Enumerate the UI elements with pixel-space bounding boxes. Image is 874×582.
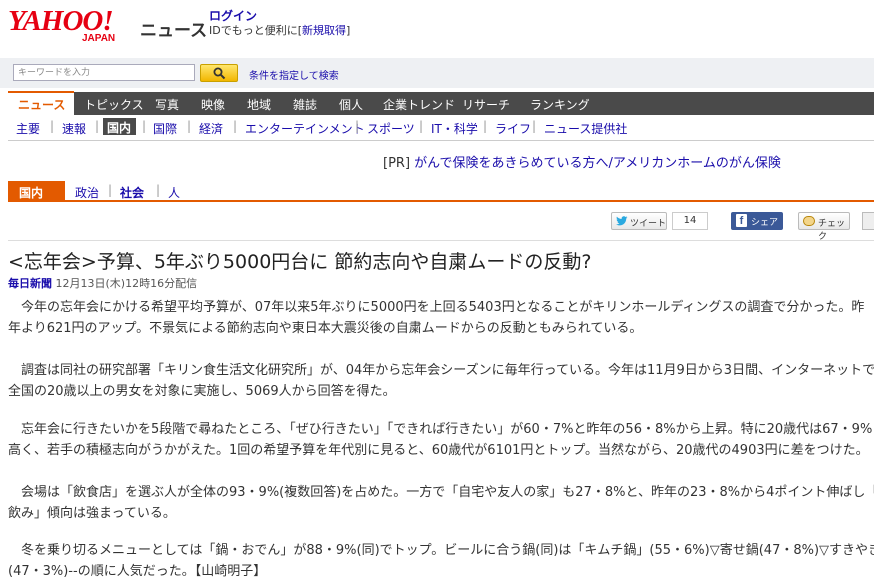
category-underline	[8, 200, 874, 202]
tweet-count: 14	[672, 212, 708, 230]
subnav-item-sports[interactable]: スポーツ	[367, 120, 415, 137]
subnav-item-entertainment[interactable]: エンターテインメント	[245, 120, 365, 137]
article-line: 冬を乗り切るメニューとしては「鍋・おでん」が88・9%(同)でトップ。ビールに合…	[21, 543, 874, 558]
facebook-share-button[interactable]: f シェア	[731, 212, 783, 230]
category-tab-people[interactable]: 人	[168, 184, 180, 201]
article-source-link[interactable]: 毎日新聞	[8, 277, 52, 290]
subnav-item-economy[interactable]: 経済	[199, 120, 223, 137]
nav-item-region[interactable]: 地域	[247, 96, 271, 113]
login-description: IDでもっと便利に[新規取得]	[209, 22, 350, 38]
article-date: 12月13日(木)12時16分配信	[55, 277, 198, 290]
nav-item-individual[interactable]: 個人	[339, 96, 363, 113]
subnav-item-life[interactable]: ライフ	[495, 120, 531, 137]
twitter-bird-icon	[616, 216, 628, 226]
subnav-separator: |	[95, 119, 100, 133]
subnav-item-domestic[interactable]: 国内	[103, 118, 136, 135]
service-name[interactable]: ニュース	[140, 16, 207, 41]
article-line: 会場は「飲食店」を選ぶ人が全体の93・9%(複数回答)を占めた。一方で「自宅や友…	[21, 485, 874, 500]
category-tab-label: 国内	[19, 186, 44, 200]
article-paragraph: 冬を乗り切るメニューとしては「鍋・おでん」が88・9%(同)でトップ。ビールに合…	[8, 540, 874, 582]
more-share-button[interactable]	[862, 212, 874, 230]
category-tab-society[interactable]: 社会	[120, 184, 144, 201]
article-line: 調査は同社の研究部署「キリン食生活文化研究所」が、04年から忘年会シーズンに毎年…	[21, 363, 874, 378]
yahoo-japan-logo[interactable]: YAHOO! JAPAN	[8, 6, 136, 46]
subnav-separator: |	[532, 119, 537, 133]
nav-item-topics[interactable]: トピックス	[84, 96, 144, 113]
nav-item-label: ニュース	[18, 98, 66, 112]
search-button[interactable]	[200, 64, 238, 82]
logo-sub: JAPAN	[82, 33, 116, 44]
nav-item-research[interactable]: リサーチ	[462, 96, 510, 113]
subnav-item-it-science[interactable]: IT・科学	[431, 120, 478, 137]
nav-item-videos[interactable]: 映像	[201, 96, 225, 113]
tweet-label: ツイート	[630, 219, 667, 229]
logo-text: YAHOO!	[8, 5, 114, 37]
category-tab-politics[interactable]: 政治	[75, 184, 99, 201]
article-paragraph: 忘年会に行きたいかを5段階で尋ねたところ、「ぜひ行きたい」「できれば行きたい」が…	[8, 419, 874, 461]
subnav-active-label: 国内	[107, 121, 132, 135]
subnav-separator: |	[355, 119, 360, 133]
subnav-item-breaking[interactable]: 速報	[62, 120, 86, 137]
article-line: 今年の忘年会にかける希望平均予算が、07年以来5年ぶりに5000円を上回る540…	[21, 300, 865, 315]
facebook-icon: f	[736, 214, 747, 227]
nav-item-photos[interactable]: 写真	[155, 96, 179, 113]
article-line: 忘年会に行きたいかを5段階で尋ねたところ、「ぜひ行きたい」「できれば行きたい」が…	[21, 422, 874, 437]
subnav-item-main[interactable]: 主要	[16, 120, 40, 137]
nav-item-magazines[interactable]: 雑誌	[293, 96, 317, 113]
article-line: 高く、若手の積極志向がうかがえた。1回の希望予算を年代別に見ると、60歳代が61…	[8, 443, 869, 458]
category-separator: |	[156, 183, 161, 197]
subnav-separator: |	[483, 119, 488, 133]
login-desc-suffix: ]	[346, 24, 351, 37]
subnav-separator: |	[419, 119, 424, 133]
nav-item-ranking[interactable]: ランキング	[530, 96, 590, 113]
tweet-button[interactable]: ツイート	[611, 212, 667, 230]
article-title: <忘年会>予算、5年ぶり5000円台に 節約志向や自粛ムードの反動?	[8, 251, 592, 273]
login-desc-prefix: IDでもっと便利に[	[209, 24, 303, 37]
article-paragraph: 今年の忘年会にかける希望平均予算が、07年以来5年ぶりに5000円を上回る540…	[8, 297, 874, 339]
subnav-separator: |	[233, 119, 238, 133]
subnav-separator: |	[50, 119, 55, 133]
divider	[8, 240, 874, 241]
nav-item-corporate-trends[interactable]: 企業トレンド	[383, 96, 455, 113]
article-line: 全国の20歳以上の男女を対象に実施し、5069人から回答を得た。	[8, 384, 396, 399]
article-paragraph: 調査は同社の研究部署「キリン食生活文化研究所」が、04年から忘年会シーズンに毎年…	[8, 360, 874, 402]
article-line: 飲み」傾向は強まっている。	[8, 506, 176, 521]
mixi-check-button[interactable]: チェック	[798, 212, 850, 242]
check-label: チェック	[818, 219, 846, 242]
subnav-item-providers[interactable]: ニュース提供社	[544, 120, 627, 137]
advanced-search-link[interactable]: 条件を指定して検索	[249, 67, 339, 82]
pr-label: [PR]	[383, 156, 411, 171]
mixi-icon	[803, 216, 815, 226]
article-meta: 毎日新聞 12月13日(木)12時16分配信	[8, 275, 197, 291]
article-line: 年より621円のアップ。不景気による節約志向や東日本大震災後の自粛ムードからの反…	[8, 321, 643, 336]
subnav-item-international[interactable]: 国際	[153, 120, 177, 137]
pr-banner[interactable]: [PR] がんで保険をあきらめている方へ/アメリカンホームのがん保険	[383, 152, 781, 171]
search-icon	[213, 67, 226, 80]
subnav-separator: |	[142, 119, 147, 133]
article-paragraph: 会場は「飲食店」を選ぶ人が全体の93・9%(複数回答)を占めた。一方で「自宅や友…	[8, 482, 874, 524]
search-input[interactable]: キーワードを入力	[13, 64, 195, 81]
category-tab-domestic[interactable]: 国内	[8, 181, 65, 202]
category-separator: |	[108, 183, 113, 197]
subnav-separator: |	[187, 119, 192, 133]
pr-link[interactable]: がんで保険をあきらめている方へ/アメリカンホームのがん保険	[414, 156, 781, 171]
nav-item-news[interactable]: ニュース	[8, 91, 74, 117]
signup-link[interactable]: 新規取得	[302, 24, 346, 37]
share-label: シェア	[751, 218, 779, 228]
